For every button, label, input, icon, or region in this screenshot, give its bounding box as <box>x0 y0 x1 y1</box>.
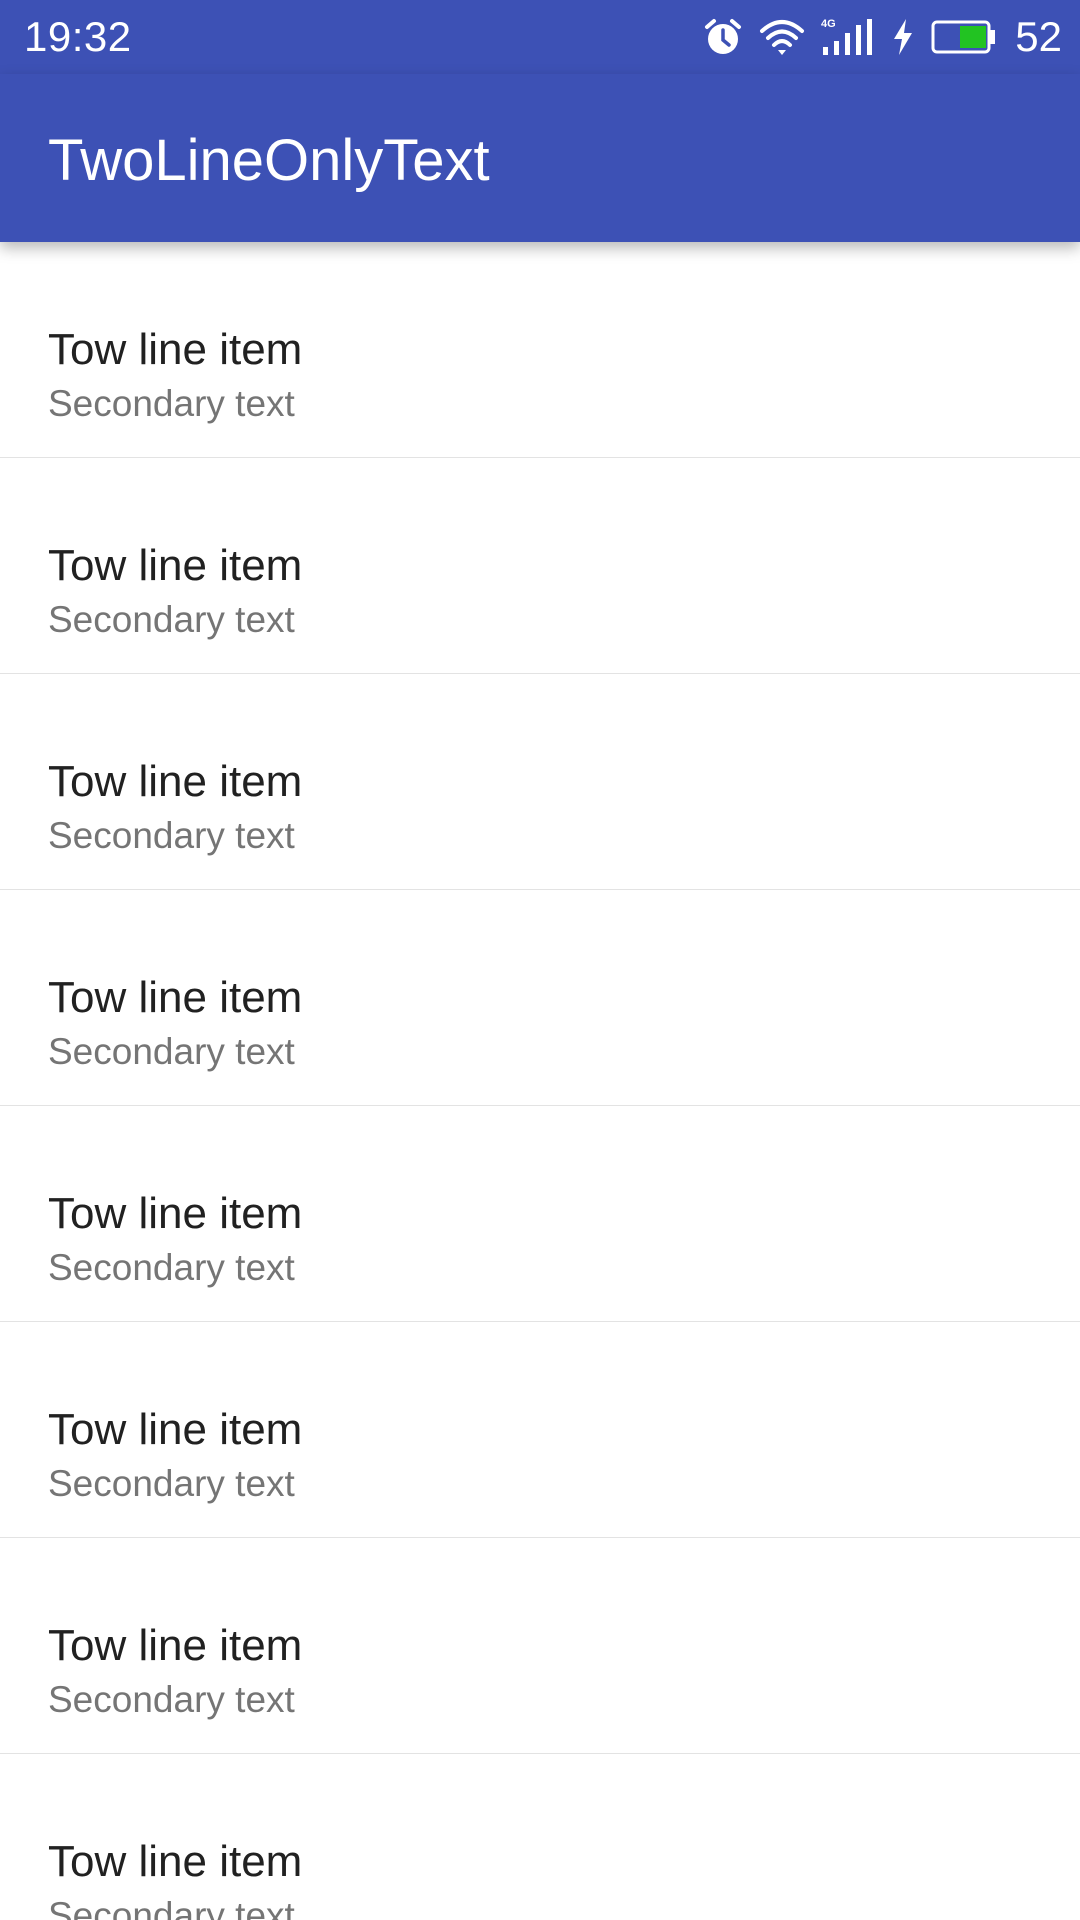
status-icons: 4G 52 <box>703 12 1062 62</box>
list-item-secondary-text: Secondary text <box>48 1895 295 1920</box>
list-item-primary-text: Tow line item <box>48 325 303 374</box>
list-item[interactable]: Tow line item Secondary text <box>0 890 1080 1106</box>
list-item-secondary-text: Secondary text <box>48 1679 295 1720</box>
list-item[interactable]: Tow line item Secondary text <box>0 1538 1080 1754</box>
list-item[interactable]: Tow line item Secondary text <box>0 1106 1080 1322</box>
list-item-primary-text: Tow line item <box>48 1621 303 1670</box>
list-item-secondary-text: Secondary text <box>48 599 295 640</box>
list-item-secondary-text: Secondary text <box>48 1247 295 1288</box>
list-item[interactable]: Tow line item Secondary text <box>0 1754 1080 1920</box>
list-item-primary-text: Tow line item <box>48 1837 303 1886</box>
battery-icon <box>931 19 997 55</box>
list-item[interactable]: Tow line item Secondary text <box>0 242 1080 458</box>
svg-text:4G: 4G <box>821 18 836 30</box>
app-bar: TwoLineOnlyText <box>0 74 1080 242</box>
charging-icon <box>891 17 915 57</box>
list-item-secondary-text: Secondary text <box>48 1463 295 1504</box>
list-item[interactable]: Tow line item Secondary text <box>0 674 1080 890</box>
signal-4g-icon: 4G <box>821 17 875 57</box>
wifi-icon <box>759 17 805 57</box>
list-item-primary-text: Tow line item <box>48 757 303 806</box>
battery-percent: 52 <box>1015 13 1062 60</box>
list-item-primary-text: Tow line item <box>48 541 303 590</box>
list-item[interactable]: Tow line item Secondary text <box>0 458 1080 674</box>
list-item-secondary-text: Secondary text <box>48 383 295 424</box>
page-title: TwoLineOnlyText <box>48 128 490 193</box>
two-line-list: Tow line item Secondary text Tow line it… <box>0 242 1080 1920</box>
list-item-primary-text: Tow line item <box>48 973 303 1022</box>
alarm-icon <box>703 17 743 57</box>
list-item[interactable]: Tow line item Secondary text <box>0 1322 1080 1538</box>
list-item-secondary-text: Secondary text <box>48 815 295 856</box>
list-item-secondary-text: Secondary text <box>48 1031 295 1072</box>
status-bar: 19:32 4G 52 <box>0 0 1080 74</box>
list-item-primary-text: Tow line item <box>48 1189 303 1238</box>
list-item-primary-text: Tow line item <box>48 1405 303 1454</box>
status-time: 19:32 <box>24 13 132 60</box>
